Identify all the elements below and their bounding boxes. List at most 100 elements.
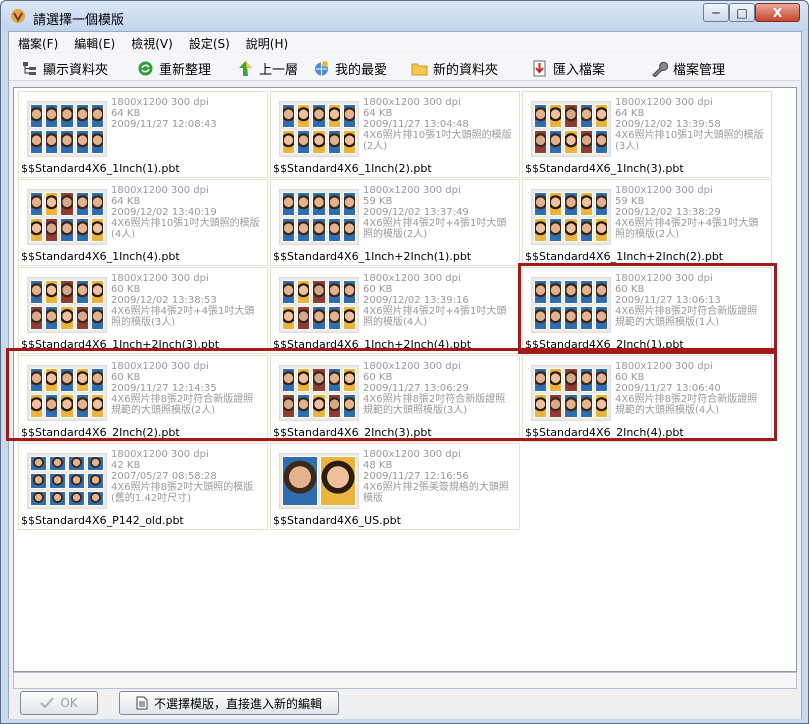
template-card[interactable]: 1800x1200 300 dpi 60 KB 2009/12/02 13:39:1… bbox=[270, 267, 520, 354]
thumbnail-photo bbox=[579, 130, 593, 154]
template-card[interactable]: 1800x1200 300 dpi 60 KB 2009/11/27 13:06:2… bbox=[270, 355, 520, 442]
thumbnail-photo bbox=[282, 306, 296, 330]
thumbnail-photo bbox=[75, 104, 89, 128]
thumbnail-photo bbox=[342, 130, 356, 154]
menu-settings[interactable]: 設定(S) bbox=[180, 32, 237, 52]
thumbnail-photo bbox=[342, 394, 356, 418]
thumbnail-photo bbox=[75, 280, 89, 304]
thumbnail-photo bbox=[549, 280, 563, 304]
thumbnail-photo bbox=[282, 456, 318, 506]
new-folder-button[interactable]: 新的資料夾 bbox=[411, 57, 498, 79]
template-card[interactable]: 1800x1200 300 dpi 60 KB 2009/11/27 13:06:4… bbox=[522, 355, 772, 442]
template-description: 4X6照片排10張1吋大頭照的模版(4人) bbox=[111, 218, 260, 240]
file-manage-button[interactable]: 檔案管理 bbox=[651, 57, 725, 79]
minimize-button[interactable]: ─ bbox=[703, 3, 729, 22]
template-date: 2009/11/27 13:06:29 bbox=[363, 383, 469, 394]
menu-view[interactable]: 檢視(V) bbox=[122, 32, 180, 52]
template-grid: 1800x1200 300 dpi 64 KB 2009/11/27 12:08:4… bbox=[6, 87, 797, 672]
thumbnail-photo bbox=[30, 394, 44, 418]
thumbnail-photo bbox=[579, 192, 593, 216]
title-bar[interactable]: 請選擇一個模版 ─ □ X bbox=[1, 1, 808, 31]
template-description: 4X6照片排4張2吋+4張1吋大頭照的模版(2人) bbox=[615, 218, 759, 240]
template-resolution: 1800x1200 300 dpi bbox=[111, 361, 209, 372]
up-level-button[interactable]: 上一層 bbox=[237, 57, 298, 79]
template-date: 2009/12/02 13:39:16 bbox=[363, 295, 469, 306]
template-meta: 1800x1200 300 dpi 60 KB 2009/11/27 12:14:3… bbox=[111, 361, 261, 416]
template-card[interactable]: 1800x1200 300 dpi 60 KB 2009/11/27 13:06:1… bbox=[522, 267, 772, 354]
thumbnail-photo bbox=[75, 306, 89, 330]
template-description: 4X6照片排10張1吋大頭照的模版(2人) bbox=[363, 130, 512, 152]
template-filename: $$Standard4X6_1Inch(2).pbt bbox=[273, 162, 432, 175]
thumbnail-photo bbox=[75, 218, 89, 242]
thumbnail-photo bbox=[312, 130, 326, 154]
thumbnail-photo bbox=[45, 104, 59, 128]
thumbnail-photo bbox=[30, 456, 47, 472]
thumbnail-photo bbox=[534, 192, 548, 216]
template-card[interactable]: 1800x1200 300 dpi 64 KB 2009/12/02 13:39:5… bbox=[522, 91, 772, 178]
thumbnail-photo bbox=[327, 394, 341, 418]
ok-button[interactable]: OK bbox=[20, 691, 98, 715]
thumbnail-photo bbox=[327, 130, 341, 154]
menu-file[interactable]: 檔案(F) bbox=[9, 32, 65, 52]
menu-bar: 檔案(F) 編輯(E) 檢視(V) 設定(S) 說明(H) bbox=[9, 32, 801, 52]
thumbnail-photo bbox=[90, 306, 104, 330]
skip-template-button[interactable]: 不選擇模版，直接進入新的編輯 bbox=[119, 691, 339, 715]
template-card[interactable]: 1800x1200 300 dpi 64 KB 2009/11/27 12:08:4… bbox=[18, 91, 268, 178]
thumbnail-photo bbox=[30, 130, 44, 154]
reorganize-button[interactable]: 重新整理 bbox=[137, 57, 211, 79]
close-button[interactable]: X bbox=[755, 3, 800, 22]
show-folder-label: 顯示資料夾 bbox=[43, 62, 109, 78]
horizontal-scrollbar[interactable] bbox=[13, 672, 797, 689]
template-filename: $$Standard4X6_1Inch+2Inch(3).pbt bbox=[21, 338, 220, 351]
thumbnail-photo bbox=[594, 130, 608, 154]
up-level-label: 上一層 bbox=[259, 62, 299, 78]
menu-edit[interactable]: 編輯(E) bbox=[65, 32, 122, 52]
template-description: 4X6照片排10張1吋大頭照的模版(3人) bbox=[615, 130, 764, 152]
favorites-button[interactable]: 我的最愛 bbox=[313, 57, 387, 79]
show-folder-button[interactable]: 顯示資料夾 bbox=[21, 57, 108, 79]
thumbnail-photo bbox=[68, 490, 85, 506]
thumbnail-photo bbox=[30, 473, 47, 489]
thumbnail-photo bbox=[564, 192, 578, 216]
thumbnail-photo bbox=[30, 218, 44, 242]
template-thumbnail bbox=[27, 365, 107, 421]
thumbnail-photo bbox=[45, 306, 59, 330]
template-card[interactable]: 1800x1200 300 dpi 59 KB 2009/12/02 13:37:4… bbox=[270, 179, 520, 266]
dialog-client: 檔案(F) 編輯(E) 檢視(V) 設定(S) 說明(H) 顯示資料夾 重新整理… bbox=[6, 31, 802, 719]
template-thumbnail bbox=[279, 277, 359, 333]
document-icon bbox=[136, 696, 148, 710]
template-thumbnail bbox=[27, 277, 107, 333]
thumbnail-photo bbox=[282, 280, 296, 304]
menu-help[interactable]: 說明(H) bbox=[237, 32, 295, 52]
template-resolution: 1800x1200 300 dpi bbox=[111, 273, 209, 284]
template-card[interactable]: 1800x1200 300 dpi 64 KB 2009/12/02 13:40:1… bbox=[18, 179, 268, 266]
template-card[interactable]: 1800x1200 300 dpi 60 KB 2009/12/02 13:38:5… bbox=[18, 267, 268, 354]
thumbnail-photo bbox=[534, 104, 548, 128]
template-card[interactable]: 1800x1200 300 dpi 42 KB 2007/05/27 08:58:2… bbox=[18, 443, 268, 530]
thumbnail-photo bbox=[297, 130, 311, 154]
template-description: 4X6照片排8張2吋符合新版證照規範的大頭照模版(2人) bbox=[111, 394, 254, 416]
template-resolution: 1800x1200 300 dpi bbox=[615, 185, 713, 196]
template-size: 60 KB bbox=[363, 284, 393, 295]
thumbnail-photo bbox=[579, 306, 593, 330]
template-resolution: 1800x1200 300 dpi bbox=[111, 97, 209, 108]
template-meta: 1800x1200 300 dpi 64 KB 2009/11/27 13:04:4… bbox=[363, 97, 513, 152]
template-card[interactable]: 1800x1200 300 dpi 60 KB 2009/11/27 12:14:3… bbox=[18, 355, 268, 442]
thumbnail-photo bbox=[549, 218, 563, 242]
thumbnail-photo bbox=[579, 218, 593, 242]
thumbnail-photo bbox=[564, 394, 578, 418]
template-thumbnail bbox=[279, 365, 359, 421]
thumbnail-photo bbox=[60, 280, 74, 304]
template-card[interactable]: 1800x1200 300 dpi 59 KB 2009/12/02 13:38:2… bbox=[522, 179, 772, 266]
template-card[interactable]: 1800x1200 300 dpi 64 KB 2009/11/27 13:04:4… bbox=[270, 91, 520, 178]
template-resolution: 1800x1200 300 dpi bbox=[363, 273, 461, 284]
template-thumbnail bbox=[27, 101, 107, 157]
maximize-icon: □ bbox=[736, 5, 748, 20]
template-card[interactable]: 1800x1200 300 dpi 48 KB 2009/11/27 12:16:5… bbox=[270, 443, 520, 530]
maximize-button[interactable]: □ bbox=[729, 3, 755, 22]
thumbnail-photo bbox=[30, 280, 44, 304]
import-file-label: 匯入檔案 bbox=[553, 62, 606, 78]
template-thumbnail bbox=[531, 365, 611, 421]
template-resolution: 1800x1200 300 dpi bbox=[363, 449, 461, 460]
import-file-button[interactable]: 匯入檔案 bbox=[531, 57, 605, 79]
